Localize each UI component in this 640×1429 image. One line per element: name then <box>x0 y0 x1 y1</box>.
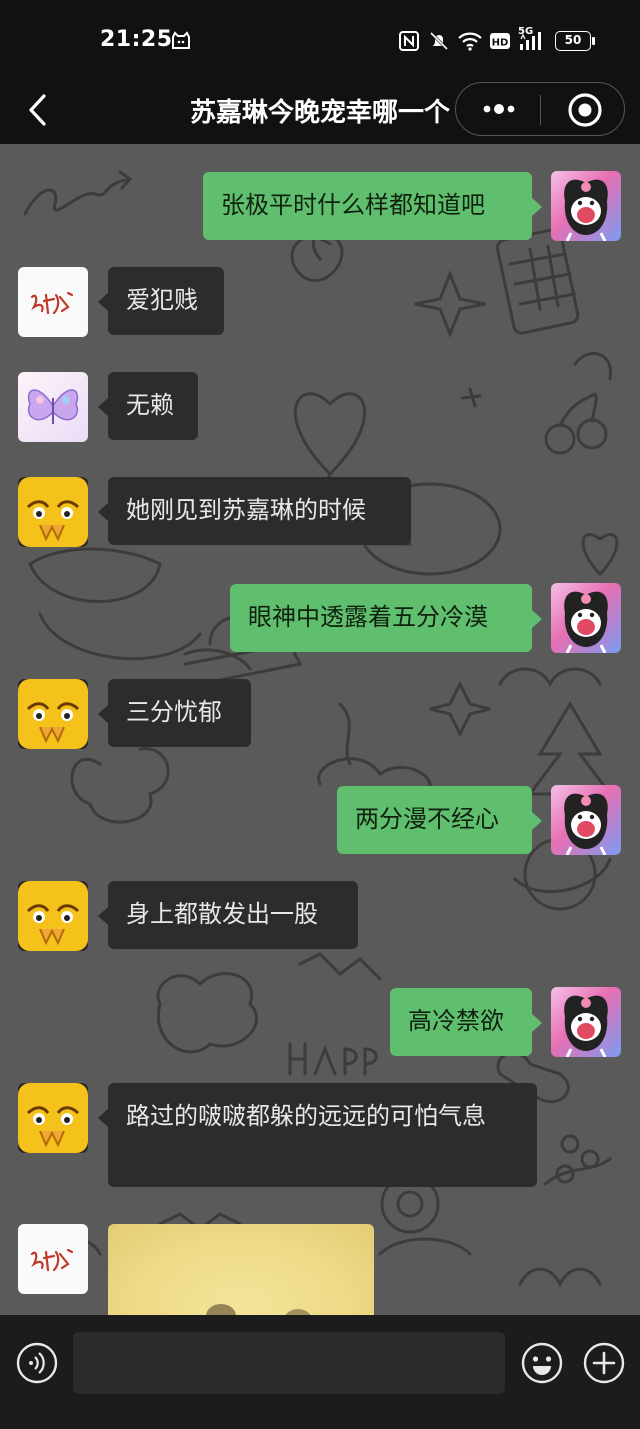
emoji-avatar[interactable] <box>18 477 88 547</box>
wifi-icon <box>458 32 482 51</box>
input-bar <box>0 1315 640 1429</box>
chat-title: 苏嘉琳今晚宠幸哪一个 <box>190 98 451 128</box>
butterfly-avatar[interactable] <box>18 372 88 442</box>
emoji-face-icon <box>18 881 88 951</box>
kuromi-icon <box>564 995 608 1057</box>
battery-icon: 50 <box>555 31 591 51</box>
signal-icon <box>520 32 541 50</box>
kuromi-icon <box>564 179 608 241</box>
signature-icon <box>30 291 74 315</box>
message-input[interactable] <box>73 1332 505 1394</box>
hd-icon: HD <box>490 33 510 49</box>
kuromi-avatar[interactable] <box>551 583 621 653</box>
photo-message[interactable] <box>108 1224 374 1315</box>
battery-level: 50 <box>564 33 582 47</box>
nav-bar: 苏嘉琳今晚宠幸哪一个 <box>0 82 640 144</box>
emoji-avatar[interactable] <box>18 1083 88 1153</box>
emoji-icon[interactable] <box>520 1341 564 1385</box>
emoji-face-icon <box>18 477 88 547</box>
kuromi-icon <box>564 793 608 855</box>
message-bubble[interactable]: 路过的啵啵都躲的远远的可怕气息 <box>98 1083 537 1187</box>
emoji-avatar[interactable] <box>18 881 88 951</box>
photo-content <box>206 1304 311 1315</box>
back-icon[interactable] <box>22 90 62 130</box>
message-bubble[interactable]: 三分忧郁 <box>98 679 251 747</box>
message-bubble[interactable]: 爱犯贱 <box>98 267 224 335</box>
message-bubble[interactable]: 张极平时什么样都知道吧 <box>203 172 542 240</box>
signature-icon <box>30 1248 74 1272</box>
kuromi-avatar[interactable] <box>551 987 621 1057</box>
signature-avatar[interactable] <box>18 267 88 337</box>
signature-avatar[interactable] <box>18 1224 88 1294</box>
emoji-face-icon <box>18 1083 88 1153</box>
emoji-face-icon <box>18 679 88 749</box>
cat-notification-icon <box>172 31 190 49</box>
capsule-divider <box>540 95 541 125</box>
battery-tip <box>592 37 595 45</box>
close-circle-icon[interactable] <box>566 91 604 129</box>
kuromi-avatar[interactable] <box>551 171 621 241</box>
voice-icon[interactable] <box>15 1341 59 1385</box>
mini-program-capsule <box>455 82 625 136</box>
mute-icon <box>429 31 449 51</box>
message-bubble[interactable]: 她刚见到苏嘉琳的时候 <box>98 477 411 545</box>
message-bubble[interactable]: 无赖 <box>98 372 198 440</box>
butterfly-icon <box>27 389 79 424</box>
plus-icon[interactable] <box>582 1341 626 1385</box>
status-time: 21:25 <box>100 27 173 52</box>
message-bubble[interactable]: 两分漫不经心 <box>337 786 542 854</box>
svg-text:HD: HD <box>492 38 509 49</box>
message-bubble[interactable]: 高冷禁欲 <box>390 988 542 1056</box>
chat-area[interactable]: 张极平时什么样都知道吧 爱犯贱 无赖 她刚见到苏嘉琳的时候 眼神中透露着五分冷漠… <box>0 144 640 1315</box>
more-icon[interactable] <box>478 97 520 121</box>
message-bubble[interactable]: 眼神中透露着五分冷漠 <box>230 584 542 652</box>
message-bubble[interactable]: 身上都散发出一股 <box>98 881 358 949</box>
kuromi-avatar[interactable] <box>551 785 621 855</box>
nfc-icon <box>399 31 419 51</box>
status-bar: 21:25 HD 5G 50 <box>0 0 640 82</box>
emoji-avatar[interactable] <box>18 679 88 749</box>
kuromi-icon <box>564 591 608 653</box>
